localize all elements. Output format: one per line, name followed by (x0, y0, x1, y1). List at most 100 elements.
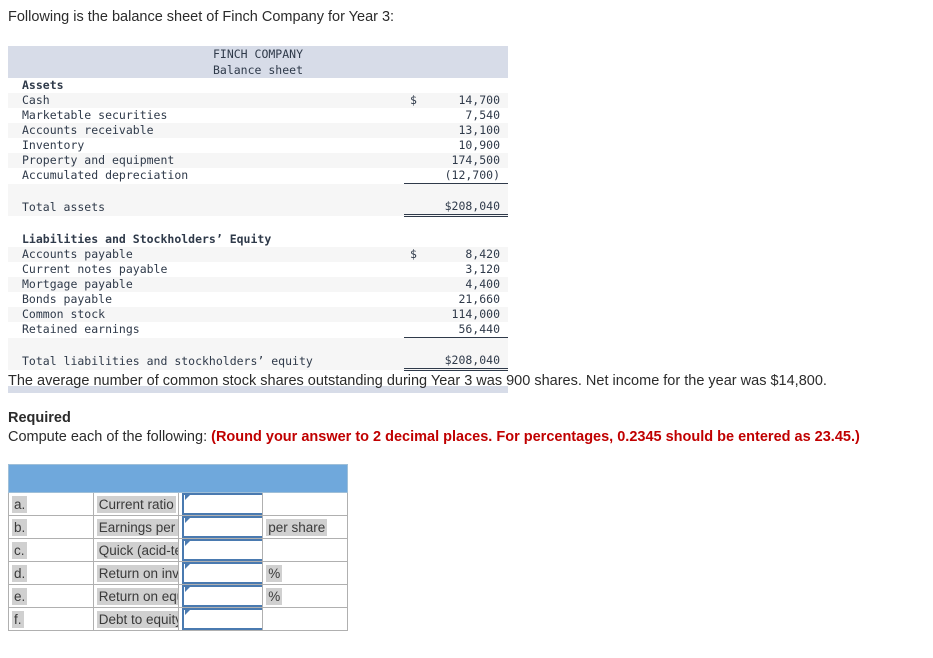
required-lead: Compute each of the following: (8, 429, 208, 445)
balance-sheet-header-company: FINCH COMPANY (8, 46, 508, 62)
row-amount: 56,440 (434, 322, 508, 338)
total-row: Total liabilities and stockholders’ equi… (8, 353, 508, 371)
row-name-text: Current ratio (96, 495, 176, 513)
balance-sheet-header-statement: Balance sheet (8, 62, 508, 78)
intro-text: Following is the balance sheet of Finch … (8, 9, 395, 25)
required-heading: Required (8, 410, 71, 426)
total-symbol (404, 199, 434, 217)
spacer-cell (434, 183, 508, 199)
answer-input-current-ratio[interactable] (181, 493, 262, 515)
total-amount: $208,040 (434, 353, 508, 371)
table-row: Accounts payable $ 8,420 (8, 247, 508, 262)
answer-input-return-on-equity[interactable] (181, 585, 262, 607)
spacer-cell (390, 247, 404, 262)
spacer-cell (390, 337, 404, 353)
spacer-cell (404, 337, 434, 353)
row-letter-text: d. (12, 564, 28, 582)
row-name: Earnings per share (92, 515, 179, 539)
answer-input-earnings-per-share[interactable] (181, 516, 262, 538)
row-symbol: $ (404, 93, 434, 108)
spacer-cell (390, 183, 404, 199)
spacer-cell (390, 353, 404, 370)
row-amount: 7,540 (434, 108, 508, 123)
symbol-cell (404, 78, 434, 93)
table-row: Current notes payable 3,120 (8, 262, 508, 277)
row-label: Current notes payable (8, 262, 390, 277)
row-letter-text: e. (12, 587, 28, 605)
row-label: Mortgage payable (8, 277, 390, 292)
spacer-cell (390, 123, 404, 138)
row-unit-text: % (266, 564, 283, 582)
row-label: Accounts payable (8, 247, 390, 262)
row-amount: 114,000 (434, 307, 508, 322)
answer-input-cell[interactable] (177, 538, 264, 562)
row-symbol (404, 168, 434, 184)
spacer-cell (8, 337, 390, 353)
answer-input-cell[interactable] (177, 584, 264, 608)
spacer-cell (404, 183, 434, 199)
spacer-cell (390, 78, 404, 93)
row-unit: % (262, 584, 348, 608)
row-letter-text: b. (12, 518, 28, 536)
company-name: FINCH COMPANY (8, 46, 508, 62)
row-label: Cash (8, 93, 390, 108)
row-amount: 174,500 (434, 153, 508, 168)
spacer-cell (390, 262, 404, 277)
row-letter: b. (8, 515, 94, 539)
row-symbol (404, 138, 434, 153)
spacer-cell (390, 232, 404, 247)
row-amount: 10,900 (434, 138, 508, 153)
row-name-text: Return on equity (96, 587, 178, 605)
row-amount: 13,100 (434, 123, 508, 138)
total-label: Total assets (8, 199, 390, 216)
answer-input-quick-ratio[interactable] (181, 539, 262, 561)
spacer-cell (390, 307, 404, 322)
spacer-cell (8, 183, 390, 199)
row-letter-text: a. (12, 495, 28, 513)
table-row: b. Earnings per share per share (8, 515, 348, 539)
row-symbol: $ (404, 247, 434, 262)
spacer-cell (390, 93, 404, 108)
answer-input-cell[interactable] (177, 492, 264, 516)
required-instruction: Compute each of the following: (Round yo… (8, 428, 860, 447)
answer-input-cell[interactable] (177, 515, 264, 539)
row-symbol (404, 322, 434, 338)
table-row: d. Return on investment % (8, 561, 348, 585)
row-symbol (404, 262, 434, 277)
total-amount: $208,040 (434, 199, 508, 217)
row-label: Bonds payable (8, 292, 390, 307)
table-row: Accumulated depreciation (12,700) (8, 168, 508, 184)
table-row: e. Return on equity % (8, 584, 348, 608)
total-row: Total assets $208,040 (8, 199, 508, 217)
row-label: Accounts receivable (8, 123, 390, 138)
answer-input-cell[interactable] (177, 561, 264, 585)
answer-table-wrapper: a. Current ratio b. Earnings per share p… (8, 464, 348, 631)
average-shares-note: The average number of common stock share… (8, 373, 827, 389)
row-unit: per share (262, 515, 348, 539)
row-name: Return on investment (92, 561, 179, 585)
section-heading-assets: Assets (8, 78, 390, 93)
spacer-cell (434, 337, 508, 353)
balance-sheet: FINCH COMPANY Balance sheet Assets Cash … (8, 46, 508, 393)
row-name-text: Return on investment (96, 564, 178, 582)
table-row: Common stock 114,000 (8, 307, 508, 322)
answer-input-debt-to-equity[interactable] (181, 608, 262, 630)
table-row: Accounts receivable 13,100 (8, 123, 508, 138)
row-letter: c. (8, 538, 94, 562)
answer-input-return-on-investment[interactable] (181, 562, 262, 584)
row-symbol (404, 292, 434, 307)
table-row: Bonds payable 21,660 (8, 292, 508, 307)
row-label: Inventory (8, 138, 390, 153)
spacer-cell (390, 108, 404, 123)
row-letter-text: c. (12, 541, 27, 559)
row-symbol (404, 108, 434, 123)
row-unit: % (262, 561, 348, 585)
spacer-row (8, 337, 508, 353)
spacer-cell (390, 168, 404, 184)
answer-input-cell[interactable] (177, 607, 264, 631)
section-heading-liabilities: Liabilities and Stockholders’ Equity (8, 232, 390, 247)
spacer-cell (390, 215, 404, 232)
balance-sheet-table: FINCH COMPANY Balance sheet Assets Cash … (8, 46, 508, 393)
amount-cell (434, 78, 508, 93)
row-name: Quick (acid-test) ratio (92, 538, 179, 562)
